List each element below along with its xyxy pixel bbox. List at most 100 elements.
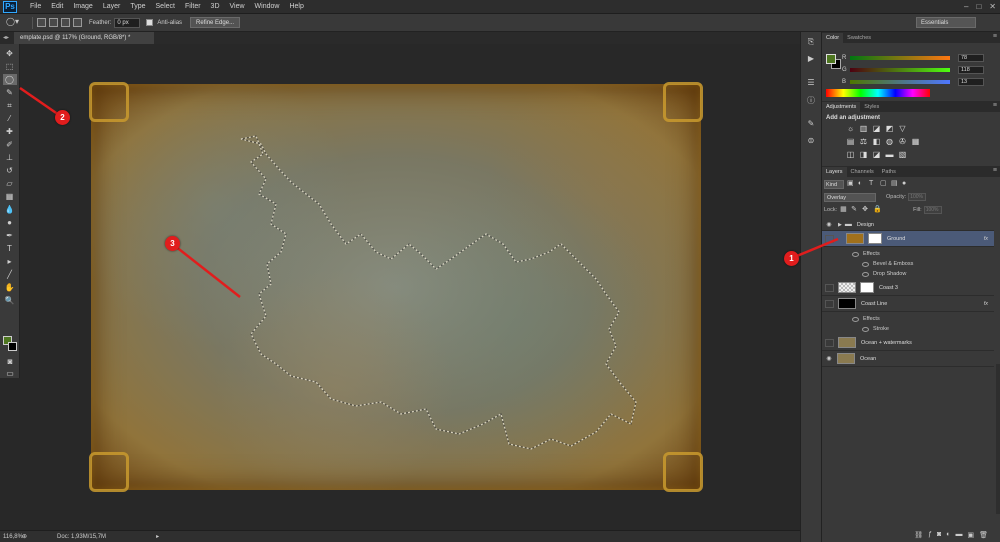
blue-slider[interactable] xyxy=(850,79,950,84)
status-menu-arrow-icon[interactable]: ▸ xyxy=(156,533,159,540)
screen-mode-icon[interactable]: ▭ xyxy=(3,368,17,379)
antialias-checkbox[interactable] xyxy=(146,19,154,26)
effect-eye-icon[interactable] xyxy=(852,251,859,257)
menu-layer[interactable]: Layer xyxy=(98,3,126,10)
shape-tool-icon[interactable]: ╱ xyxy=(3,269,17,280)
path-select-tool-icon[interactable]: ▸ xyxy=(3,256,17,267)
opacity-input[interactable]: 100% xyxy=(908,193,927,201)
visibility-eye-icon[interactable]: ◉ xyxy=(822,221,836,228)
color-balance-icon[interactable]: ⚖ xyxy=(859,137,868,146)
effect-drop-shadow[interactable]: Drop Shadow xyxy=(862,269,906,279)
crop-tool-icon[interactable]: ⌗ xyxy=(3,100,17,111)
color-spectrum[interactable] xyxy=(826,89,930,97)
dodge-tool-icon[interactable]: ● xyxy=(3,217,17,228)
parchment-map-image[interactable] xyxy=(89,82,703,492)
lasso-preset-icon[interactable]: ◯▾ xyxy=(6,17,28,29)
menu-window[interactable]: Window xyxy=(250,3,285,10)
blur-tool-icon[interactable]: 💧 xyxy=(3,204,17,215)
tab-paths[interactable]: Paths xyxy=(878,167,900,177)
minimize-button[interactable]: – xyxy=(964,2,968,11)
tab-layers[interactable]: Layers xyxy=(822,167,847,177)
lock-transparent-icon[interactable]: ▦ xyxy=(840,206,848,214)
subtract-selection-mode-button[interactable] xyxy=(61,18,70,27)
kind-filter-select[interactable]: Kind xyxy=(824,179,844,189)
fx-icon[interactable]: fx xyxy=(984,236,988,242)
intersect-selection-mode-button[interactable] xyxy=(73,18,82,27)
effect-eye-icon[interactable] xyxy=(862,261,869,267)
lasso-tool-icon[interactable]: ◯ xyxy=(2,74,17,85)
info-panel-icon[interactable]: ⓘ xyxy=(804,95,818,107)
expand-arrow-icon[interactable]: ▶ xyxy=(838,222,842,228)
layer-row-ocean-watermarks[interactable]: Ocean + watermarks xyxy=(822,335,994,351)
layer-row-coast-line[interactable]: Coast Line fx xyxy=(822,296,994,312)
tab-styles[interactable]: Styles xyxy=(860,102,883,112)
effect-eye-icon[interactable] xyxy=(862,271,869,277)
effect-eye-icon[interactable] xyxy=(852,316,859,322)
visibility-toggle-off[interactable] xyxy=(824,234,834,243)
actions-panel-icon[interactable]: ▶ xyxy=(804,54,818,66)
visibility-eye-icon[interactable]: ◉ xyxy=(822,355,836,362)
menu-edit[interactable]: Edit xyxy=(46,3,68,10)
curves-icon[interactable]: ◪ xyxy=(872,124,881,133)
color-lookup-icon[interactable]: ▦ xyxy=(911,137,920,146)
layer-row-ground[interactable]: Ground fx xyxy=(822,231,994,247)
move-tool-icon[interactable]: ✥ xyxy=(3,48,17,59)
menu-3d[interactable]: 3D xyxy=(206,3,225,10)
adjustment-filter-icon[interactable]: ◐ xyxy=(858,180,866,188)
green-value[interactable]: 118 xyxy=(958,65,984,74)
effect-bevel-emboss[interactable]: Bevel & Emboss xyxy=(862,259,913,269)
zoom-level[interactable]: 116,8% xyxy=(0,534,23,540)
blend-mode-select[interactable]: Overlay xyxy=(824,192,876,202)
collapse-arrows-icon[interactable]: ◂▸ xyxy=(3,34,9,41)
document-tab[interactable]: emplate.psd @ 117% (Ground, RGB/8*) * xyxy=(14,32,154,44)
marquee-tool-icon[interactable]: ⬚ xyxy=(3,61,17,72)
maximize-button[interactable]: □ xyxy=(976,2,981,11)
channel-mixer-icon[interactable]: ✇ xyxy=(898,137,907,146)
new-selection-mode-button[interactable] xyxy=(37,18,46,27)
brush-panel-icon[interactable]: ✎ xyxy=(804,119,818,131)
share-icon[interactable]: ⊕ xyxy=(22,533,27,540)
eyedropper-tool-icon[interactable]: ⁄ xyxy=(3,113,17,124)
layer-row-coast-3[interactable]: Coast 3 xyxy=(822,280,994,296)
selective-color-icon[interactable]: ▧ xyxy=(898,150,907,159)
hand-tool-icon[interactable]: ✋ xyxy=(3,282,17,293)
menu-view[interactable]: View xyxy=(225,3,250,10)
add-selection-mode-button[interactable] xyxy=(49,18,58,27)
menu-type[interactable]: Type xyxy=(125,3,150,10)
menu-help[interactable]: Help xyxy=(284,3,308,10)
link-layers-icon[interactable]: ⛓ xyxy=(914,531,923,539)
clone-source-icon[interactable]: ⊜ xyxy=(804,136,818,148)
visibility-toggle-off[interactable] xyxy=(824,338,834,347)
add-style-icon[interactable]: ƒ xyxy=(928,531,932,538)
tab-channels[interactable]: Channels xyxy=(847,167,878,177)
blue-value[interactable]: 13 xyxy=(958,77,984,86)
delete-layer-icon[interactable]: 🗑 xyxy=(979,531,988,539)
stamp-tool-icon[interactable]: ⊥ xyxy=(3,152,17,163)
panel-menu-icon[interactable]: ≡ xyxy=(993,167,997,174)
type-tool-icon[interactable]: T xyxy=(3,243,17,254)
menu-select[interactable]: Select xyxy=(151,3,180,10)
photo-filter-icon[interactable]: ◍ xyxy=(885,137,894,146)
green-slider[interactable] xyxy=(850,67,950,72)
lock-image-icon[interactable]: ✎ xyxy=(851,206,859,214)
smart-object-filter-icon[interactable]: ▤ xyxy=(891,180,899,188)
fx-icon[interactable]: fx xyxy=(984,301,988,307)
workspace-select[interactable]: Essentials xyxy=(916,17,976,28)
lock-position-icon[interactable]: ✥ xyxy=(862,206,870,214)
invert-icon[interactable]: ◫ xyxy=(846,150,855,159)
levels-icon[interactable]: ▥ xyxy=(859,124,868,133)
pen-tool-icon[interactable]: ✒ xyxy=(3,230,17,241)
history-panel-icon[interactable]: ⎘ xyxy=(804,37,818,49)
close-button[interactable]: ✕ xyxy=(989,2,996,11)
effect-stroke[interactable]: Stroke xyxy=(862,324,889,334)
gradient-map-icon[interactable]: ▬ xyxy=(885,150,894,159)
quick-mask-icon[interactable]: ◙ xyxy=(3,356,17,367)
canvas-area[interactable] xyxy=(21,44,800,530)
quick-select-tool-icon[interactable]: ✎ xyxy=(3,87,17,98)
add-mask-icon[interactable]: ◙ xyxy=(937,531,941,538)
layers-scrollbar[interactable] xyxy=(996,364,1000,514)
red-slider[interactable] xyxy=(850,55,950,60)
new-group-icon[interactable]: ▬ xyxy=(955,531,962,538)
posterize-icon[interactable]: ◨ xyxy=(859,150,868,159)
threshold-icon[interactable]: ◪ xyxy=(872,150,881,159)
